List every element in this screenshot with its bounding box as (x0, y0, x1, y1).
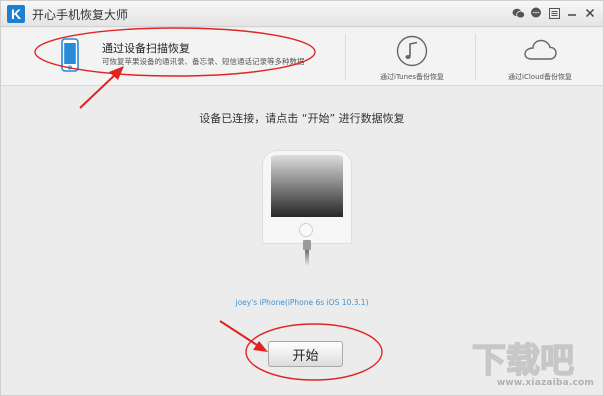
svg-text:下载吧: 下载吧 (472, 341, 574, 380)
chat-icon[interactable] (529, 6, 543, 20)
app-title: 开心手机恢复大师 (32, 8, 129, 22)
minimize-icon[interactable] (565, 6, 579, 20)
music-note-icon (396, 35, 428, 71)
tab-divider (475, 34, 476, 80)
cable-connector (303, 240, 311, 250)
watermark-text: www.xiazaiba.com (496, 378, 594, 388)
tab-icloud-label: 通过iCloud备份恢复 (508, 73, 572, 81)
watermark-logo: 下载吧 (471, 340, 575, 380)
phone-icon (61, 38, 79, 76)
wechat-icon[interactable] (511, 6, 525, 20)
iphone-illustration (263, 151, 351, 243)
instruction-text: 设备已连接，请点击 “开始” 进行数据恢复 (199, 112, 405, 125)
app-logo: K (7, 5, 25, 23)
tab-divider (345, 34, 346, 80)
start-button[interactable]: 开始 (268, 341, 343, 367)
phone-screen (271, 155, 343, 217)
tab-itunes-label: 通过iTunes备份恢复 (380, 73, 444, 81)
mode-tabs: 通过设备扫描恢复 可恢复苹果设备的通讯录、备忘录、短信通话记录等多种数据 通过i… (1, 28, 603, 114)
tab-icloud[interactable]: 通过iCloud备份恢复 (485, 32, 595, 82)
app-window: K 开心手机恢复大师 通过设备扫描恢复 可恢复苹果设备的通讯录、备忘录、短信通话… (0, 0, 604, 396)
device-info-link[interactable]: joey's iPhone(iPhone 6s iOS 10.3.1) (1, 298, 603, 307)
cable (305, 250, 309, 266)
close-icon[interactable] (583, 6, 597, 20)
home-button (299, 223, 313, 237)
tab-device-scan-description: 可恢复苹果设备的通讯录、备忘录、短信通话记录等多种数据 (102, 57, 305, 66)
tab-device-scan-title: 通过设备扫描恢复 (102, 42, 190, 55)
title-bar: K 开心手机恢复大师 (1, 1, 603, 27)
tab-itunes[interactable]: 通过iTunes备份恢复 (357, 32, 467, 82)
menu-icon[interactable] (547, 6, 561, 20)
window-controls (511, 6, 597, 20)
cloud-icon (522, 35, 558, 69)
